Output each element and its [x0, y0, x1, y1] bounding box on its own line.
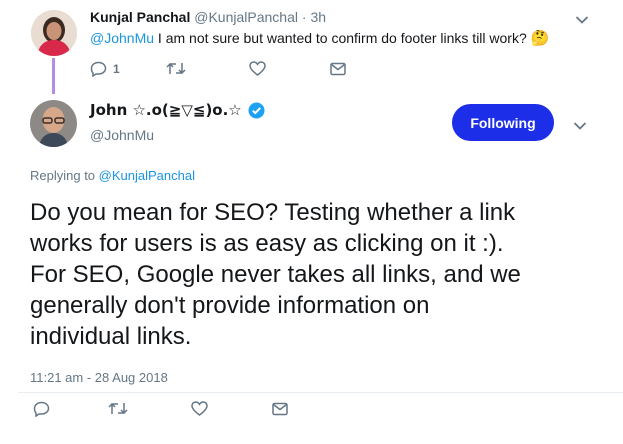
- heart-icon: [249, 61, 266, 76]
- heart-icon: [191, 401, 208, 416]
- main-more-caret[interactable]: [573, 118, 587, 136]
- reply-button[interactable]: 1: [90, 61, 120, 77]
- following-button[interactable]: Following: [452, 104, 554, 141]
- retweet-button[interactable]: [166, 61, 186, 76]
- kunjal-name[interactable]: Kunjal Panchal: [90, 9, 190, 25]
- reply-text: @JohnMu I am not sure but wanted to conf…: [90, 29, 549, 47]
- reply-count: 1: [113, 62, 120, 76]
- dm-button[interactable]: [330, 62, 346, 76]
- retweet-icon: [108, 402, 128, 415]
- envelope-icon: [330, 62, 346, 76]
- replying-to: Replying to @KunjalPanchal: [30, 168, 195, 183]
- tweet-text-line: For SEO, Google never takes all links, a…: [30, 261, 521, 288]
- tweet-text-line: individual links.: [30, 323, 192, 350]
- envelope-icon: [272, 402, 288, 416]
- reply-icon: [33, 401, 50, 417]
- reply-header: Kunjal Panchal @KunjalPanchal · 3h: [90, 9, 326, 25]
- tweet-text-line: works for users is as easy as clicking o…: [30, 230, 504, 257]
- replying-prefix: Replying to: [30, 168, 96, 183]
- john-name-row: John ☆.o(≧▽≦)o.☆: [90, 101, 265, 119]
- reply-body: I am not sure but wanted to confirm do f…: [157, 30, 527, 46]
- main-dm-button[interactable]: [272, 402, 288, 416]
- kunjal-handle[interactable]: @KunjalPanchal: [194, 9, 298, 25]
- reply-more-caret[interactable]: [575, 12, 589, 30]
- tweet-text: Do you mean for SEO? Testing whether a l…: [30, 197, 521, 352]
- kunjal-avatar[interactable]: [31, 10, 77, 56]
- verified-badge-icon: [248, 102, 265, 118]
- chevron-down-icon: [573, 122, 587, 130]
- mention-johnmu[interactable]: @JohnMu: [90, 30, 154, 46]
- chevron-down-icon: [575, 16, 589, 24]
- time-separator: ·: [301, 9, 307, 25]
- divider: [18, 392, 623, 393]
- main-like-button[interactable]: [191, 401, 208, 416]
- john-avatar[interactable]: [30, 100, 77, 147]
- john-avatar-image: [30, 100, 77, 147]
- john-name[interactable]: John ☆.o(≧▽≦)o.☆: [90, 101, 242, 119]
- tweet-timestamp[interactable]: 11:21 am - 28 Aug 2018: [30, 370, 168, 385]
- thinking-emoji: 🤔: [530, 30, 550, 47]
- replying-to-handle[interactable]: @KunjalPanchal: [99, 168, 195, 183]
- reply-time[interactable]: 3h: [310, 9, 326, 25]
- like-button[interactable]: [249, 61, 266, 76]
- retweet-icon: [166, 62, 186, 75]
- tweet-text-line: Do you mean for SEO? Testing whether a l…: [30, 199, 516, 226]
- following-label: Following: [470, 114, 536, 131]
- main-retweet-button[interactable]: [108, 401, 128, 416]
- main-reply-button[interactable]: [33, 401, 50, 417]
- kunjal-avatar-image: [31, 10, 77, 56]
- john-handle[interactable]: @JohnMu: [90, 127, 154, 143]
- tweet-text-line: generally don't provide information on: [30, 292, 430, 319]
- reply-icon: [90, 61, 107, 77]
- thread-line: [52, 58, 55, 94]
